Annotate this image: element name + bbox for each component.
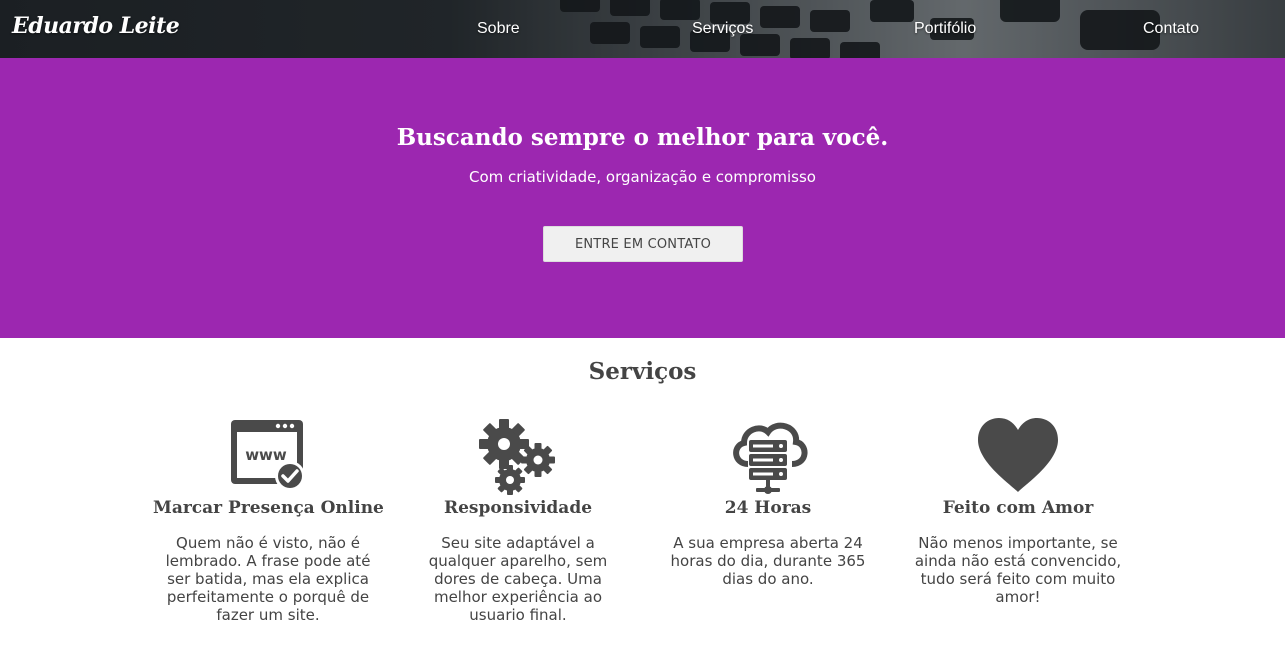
service-card-made-with-love: Feito com Amor Não menos importante, se … — [903, 416, 1133, 606]
gears-icon — [479, 419, 555, 495]
service-title: Marcar Presença Online — [153, 498, 384, 518]
hero-section: Buscando sempre o melhor para você. Com … — [0, 58, 1285, 338]
service-title: Responsividade — [443, 498, 593, 518]
service-card-online-presence: www Marcar Presença Online Quem não é vi… — [153, 416, 384, 624]
nav-link-contato[interactable]: Contato — [1143, 20, 1199, 38]
nav-link-servicos[interactable]: Serviços — [692, 20, 753, 38]
website-icon: www — [231, 420, 305, 491]
services-title: Serviços — [588, 358, 697, 385]
service-description: Seu site adaptável a qualquer aparelho, … — [428, 534, 608, 624]
svg-text:www: www — [245, 446, 287, 464]
navbar-overlay — [0, 0, 1285, 58]
service-title: 24 Horas — [724, 498, 812, 518]
service-description: Não menos importante, se ainda não está … — [914, 534, 1122, 606]
service-card-24-hours: 24 Horas A sua empresa aberta 24 horas d… — [653, 416, 883, 588]
hero-subtitle: Com criatividade, organização e compromi… — [469, 168, 816, 186]
cloud-server-icon — [733, 422, 808, 494]
nav-link-portfolio[interactable]: Portifólio — [914, 20, 976, 38]
nav-link-sobre[interactable]: Sobre — [477, 20, 520, 38]
service-title: Feito com Amor — [942, 498, 1094, 518]
service-card-responsiveness: Responsividade Seu site adaptável a qual… — [403, 416, 633, 624]
brand-logo[interactable]: Eduardo Leite — [12, 13, 180, 39]
top-navbar: Eduardo Leite Sobre Serviços Portifólio … — [0, 0, 1285, 58]
heart-icon — [978, 418, 1058, 492]
contact-button[interactable]: ENTRE EM CONTATO — [543, 226, 743, 262]
hero-title: Buscando sempre o melhor para você. — [396, 124, 889, 151]
services-section: Serviços www Marcar Presença Online Quem… — [0, 338, 1285, 670]
service-description: A sua empresa aberta 24 horas do dia, du… — [670, 534, 866, 588]
service-description: Quem não é visto, não é lembrado. A fras… — [165, 534, 371, 624]
